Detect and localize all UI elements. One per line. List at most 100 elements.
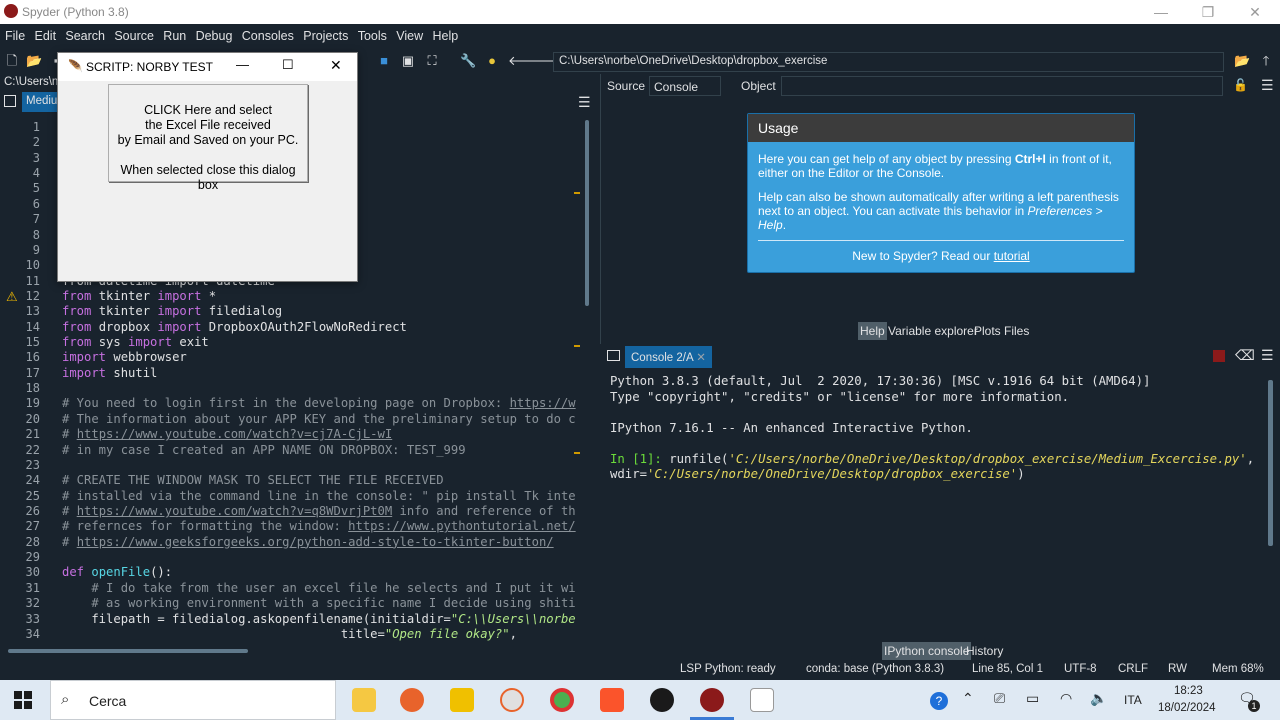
line-number: 30	[25, 565, 40, 580]
tab-files[interactable]: Files	[1002, 322, 1031, 340]
line-number: 27	[25, 519, 40, 534]
language-indicator[interactable]: ITA	[1124, 693, 1142, 707]
ipython-console[interactable]: Python 3.8.3 (default, Jul 2 2020, 17:30…	[603, 368, 1263, 638]
line-number: 11	[25, 273, 40, 288]
menu-edit[interactable]: Edit	[35, 24, 57, 43]
dialog-minimize-button[interactable]: —	[236, 57, 249, 72]
console-scrollbar[interactable]	[1268, 380, 1273, 546]
object-label: Object	[741, 79, 776, 93]
fullscreen-icon[interactable]: ⛶	[424, 53, 440, 69]
line-number: 18	[25, 381, 40, 396]
file-explorer-icon[interactable]	[352, 688, 376, 712]
tab-plots[interactable]: Plots	[972, 322, 1003, 340]
menu-consoles[interactable]: Consoles	[242, 24, 294, 43]
preferences-wrench-icon[interactable]: 🔧	[460, 53, 476, 69]
code-line: # in my case I created an APP NAME ON DR…	[62, 442, 466, 457]
help-options-icon[interactable]: ☰	[1261, 77, 1274, 94]
editor-tab-medium[interactable]: Mediu	[22, 92, 60, 112]
line-number: 8	[32, 227, 40, 242]
clock-date[interactable]: 18/02/2024	[1158, 702, 1216, 714]
browse-folder-icon[interactable]: 📂	[1234, 53, 1250, 69]
obs-icon[interactable]	[650, 688, 674, 712]
usage-panel: Usage Here you can get help of any objec…	[747, 113, 1135, 273]
battery-icon[interactable]: ▭	[1026, 690, 1039, 707]
lock-icon[interactable]: 🔓	[1233, 78, 1248, 92]
menu-projects[interactable]: Projects	[303, 24, 348, 43]
clear-console-icon[interactable]: ⌫	[1235, 347, 1255, 364]
editor-path: C:\Users\n	[4, 76, 59, 88]
parent-dir-icon[interactable]: 🡑	[1258, 53, 1274, 69]
console-switcher-icon[interactable]	[607, 350, 620, 361]
tutorial-link[interactable]: tutorial	[994, 249, 1030, 263]
help-tray-icon[interactable]: ?	[930, 692, 948, 710]
menu-bar: File Edit Search Source Run Debug Consol…	[0, 24, 1280, 48]
close-button[interactable]: ✕	[1244, 2, 1266, 22]
new-file-icon[interactable]: 🗋	[4, 53, 20, 69]
console-tab[interactable]: Console 2/A ✕	[625, 346, 712, 368]
firefox-icon[interactable]	[400, 688, 424, 712]
clock-time[interactable]: 18:23	[1174, 685, 1203, 697]
stop-icon[interactable]: ■	[376, 53, 392, 69]
menu-file[interactable]: File	[5, 24, 25, 43]
notifications-icon[interactable]: 🗨 1	[1238, 690, 1260, 712]
source-select[interactable]: Console	[649, 76, 721, 96]
code-line: # https://www.youtube.com/watch?v=cj7A-C…	[62, 427, 393, 442]
back-arrow-icon[interactable]: 🡐	[508, 53, 543, 69]
code-line: from dropbox import DropboxOAuth2FlowNoR…	[62, 319, 407, 334]
notes-app-icon[interactable]	[450, 688, 474, 712]
working-directory-input[interactable]: C:\Users\norbe\OneDrive\Desktop\dropbox_…	[553, 52, 1224, 72]
console-line: Type "copyright", "credits" or "license"…	[610, 390, 1070, 404]
menu-view[interactable]: View	[396, 24, 423, 43]
maximize-pane-icon[interactable]: ▣	[400, 53, 416, 69]
spyder-taskbar-icon[interactable]	[700, 688, 724, 712]
menu-debug[interactable]: Debug	[196, 24, 233, 43]
lsp-status: LSP Python: ready	[680, 663, 776, 675]
document-icon[interactable]	[750, 688, 774, 712]
close-tab-icon[interactable]: ✕	[696, 352, 706, 364]
windows-start-icon[interactable]	[14, 691, 32, 709]
line-number: 21	[25, 427, 40, 442]
wifi-icon[interactable]: ◠	[1060, 690, 1072, 707]
tab-history[interactable]: History	[964, 642, 1005, 660]
select-excel-button[interactable]: CLICK Here and select the Excel File rec…	[108, 84, 308, 192]
taskbar-search-box[interactable]: ⌕ Cerca	[50, 680, 336, 720]
open-file-icon[interactable]: 📂	[26, 53, 42, 69]
python-path-icon[interactable]: ●	[484, 53, 500, 69]
maximize-button[interactable]: ❐	[1197, 2, 1219, 22]
sync-app-icon[interactable]	[500, 688, 524, 712]
tab-variable-explorer[interactable]: Variable explorer	[886, 322, 980, 340]
tab-ipython-console[interactable]: IPython console	[882, 642, 972, 660]
object-combobox[interactable]	[781, 76, 1223, 96]
display-icon[interactable]: ⎚	[994, 690, 1005, 707]
volume-icon[interactable]: 🔈	[1090, 690, 1107, 707]
menu-search[interactable]: Search	[65, 24, 105, 43]
code-line: # You need to login first in the develop…	[62, 396, 576, 411]
file-switcher-icon[interactable]	[4, 95, 16, 107]
console-line: IPython 7.16.1 -- An enhanced Interactiv…	[610, 421, 973, 435]
feather-icon: 🪶	[68, 59, 83, 73]
tray-chevron-icon[interactable]: ⌃	[962, 690, 974, 707]
editor-horizontal-scrollbar[interactable]	[8, 647, 588, 655]
menu-run[interactable]: Run	[163, 24, 186, 43]
code-line: filepath = filedialog.askopenfilename(in…	[62, 611, 576, 626]
console-options-icon[interactable]: ☰	[1261, 347, 1274, 364]
code-line: # https://www.geeksforgeeks.org/python-a…	[62, 534, 554, 549]
menu-tools[interactable]: Tools	[358, 24, 387, 43]
editor-vertical-scrollbar[interactable]	[583, 120, 591, 650]
line-number: 25	[25, 488, 40, 503]
tab-help[interactable]: Help	[858, 322, 887, 340]
tkinter-dialog: 🪶 SCRITP: NORBY TEST — ☐ ✕ CLICK Here an…	[57, 52, 358, 282]
line-number: 16	[25, 350, 40, 365]
dialog-maximize-button[interactable]: ☐	[282, 57, 294, 73]
dialog-close-button[interactable]: ✕	[330, 57, 342, 74]
line-number: 28	[25, 534, 40, 549]
menu-source[interactable]: Source	[114, 24, 154, 43]
spyder-logo-icon	[4, 4, 18, 18]
menu-help[interactable]: Help	[432, 24, 458, 43]
options-menu-icon[interactable]: ☰	[578, 94, 591, 111]
forward-arrow-icon[interactable]: 🡒	[530, 53, 565, 69]
brave-icon[interactable]	[600, 688, 624, 712]
interrupt-kernel-icon[interactable]	[1213, 350, 1225, 362]
chrome-icon[interactable]	[550, 688, 574, 712]
minimize-button[interactable]: —	[1150, 2, 1172, 22]
